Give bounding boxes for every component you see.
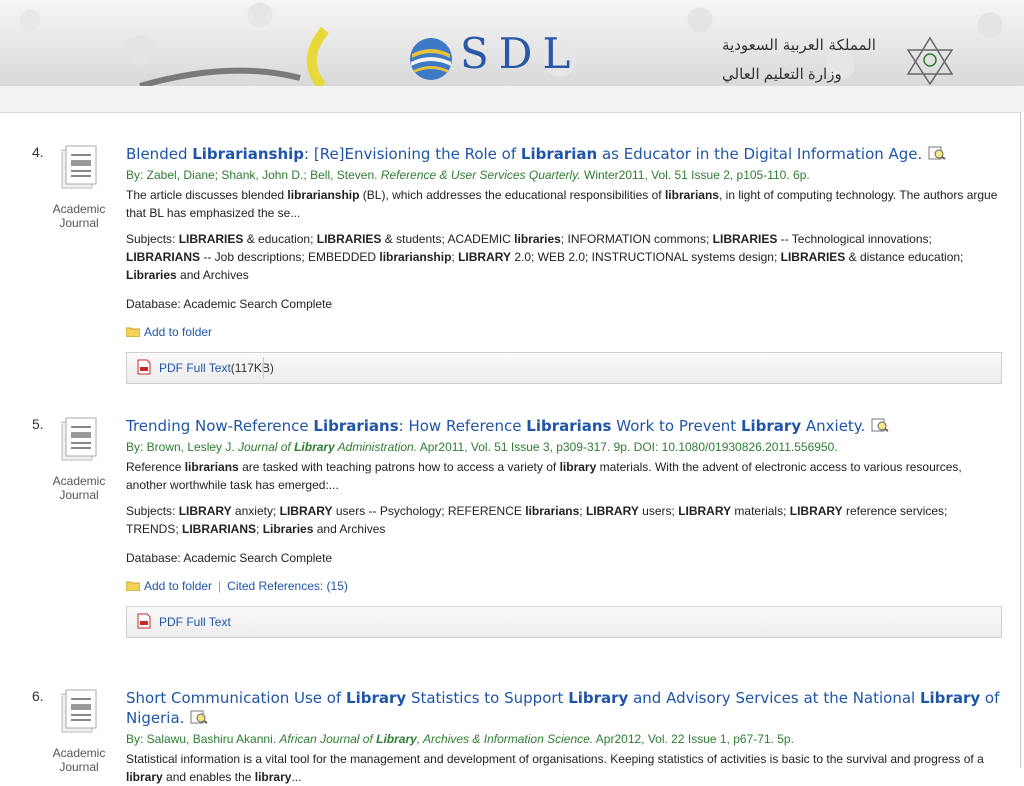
- result-subjects: Subjects: LIBRARY anxiety; LIBRARY users…: [126, 504, 948, 536]
- result-body: Blended Librarianship: [Re]Envisioning t…: [126, 144, 1002, 384]
- result-number: 6.: [32, 688, 44, 704]
- fulltext-bar: PDF Full Text(117KB): [126, 352, 1002, 384]
- result-title-text[interactable]: Trending Now-Reference Librarians: How R…: [126, 417, 865, 435]
- ministry-subtitle: وزارة التعليم العالي: [722, 66, 842, 83]
- publication-type: Academic Journal: [52, 202, 106, 230]
- site-banner: SDL المملكة العربية السعودية وزارة التعل…: [0, 0, 1024, 86]
- result-byline: By: Brown, Lesley J. Journal of Library …: [126, 440, 838, 454]
- scroll-edge: [1020, 112, 1024, 768]
- fulltext-divider: [263, 357, 264, 379]
- preview-icon[interactable]: [928, 146, 946, 160]
- result-actions: Add to folder | Cited References: (15): [126, 578, 1002, 594]
- result-title-link[interactable]: Trending Now-Reference Librarians: How R…: [126, 416, 1002, 436]
- result-title-text[interactable]: Short Communication Use of Library Stati…: [126, 689, 999, 727]
- fulltext-bar: PDF Full Text: [126, 606, 1002, 638]
- result-subjects: Subjects: LIBRARIES & education; LIBRARI…: [126, 232, 964, 282]
- result-abstract: Statistical information is a vital tool …: [126, 752, 984, 784]
- add-to-folder-link[interactable]: Add to folder: [144, 579, 212, 593]
- preview-icon[interactable]: [190, 710, 208, 724]
- journal-icon: [61, 417, 97, 461]
- sdl-logo-icon: [410, 38, 452, 80]
- result-byline: By: Zabel, Diane; Shank, John D.; Bell, …: [126, 168, 810, 182]
- result-number: 4.: [32, 144, 44, 160]
- ministry-emblem-icon: [906, 36, 954, 86]
- pdf-icon: [137, 359, 151, 375]
- pdf-icon: [137, 613, 151, 629]
- result-number: 5.: [32, 416, 44, 432]
- result-body: Short Communication Use of Library Stati…: [126, 688, 1002, 786]
- preview-icon[interactable]: [871, 418, 889, 432]
- journal-icon: [61, 145, 97, 189]
- result-title-text[interactable]: Blended Librarianship: [Re]Envisioning t…: [126, 145, 922, 163]
- cited-references-link[interactable]: Cited References: (15): [227, 579, 348, 593]
- pdf-size: (117KB): [230, 361, 274, 375]
- banner-divider: [0, 86, 1024, 113]
- action-separator: |: [218, 579, 222, 593]
- site-logo-text: SDL: [460, 29, 581, 78]
- result-body: Trending Now-Reference Librarians: How R…: [126, 416, 1002, 638]
- result-abstract: Reference librarians are tasked with tea…: [126, 460, 962, 492]
- result-database: Database: Academic Search Complete: [126, 297, 333, 311]
- result-actions: Add to folder: [126, 324, 1002, 340]
- pdf-fulltext-link[interactable]: PDF Full Text(117KB): [159, 361, 274, 375]
- result-title-link[interactable]: Blended Librarianship: [Re]Envisioning t…: [126, 144, 1002, 164]
- folder-icon: [126, 327, 140, 337]
- folder-icon: [126, 581, 140, 591]
- result-abstract: The article discusses blended librarians…: [126, 188, 998, 220]
- add-to-folder-link[interactable]: Add to folder: [144, 325, 212, 339]
- pdf-fulltext-link[interactable]: PDF Full Text: [159, 615, 231, 629]
- result-database: Database: Academic Search Complete: [126, 551, 333, 565]
- ministry-title: المملكة العربية السعودية: [722, 36, 876, 54]
- publication-type: Academic Journal: [52, 746, 106, 774]
- journal-icon: [61, 689, 97, 733]
- result-title-link[interactable]: Short Communication Use of Library Stati…: [126, 688, 1002, 728]
- result-byline: By: Salawu, Bashiru Akanni. African Jour…: [126, 732, 794, 746]
- publication-type: Academic Journal: [52, 474, 106, 502]
